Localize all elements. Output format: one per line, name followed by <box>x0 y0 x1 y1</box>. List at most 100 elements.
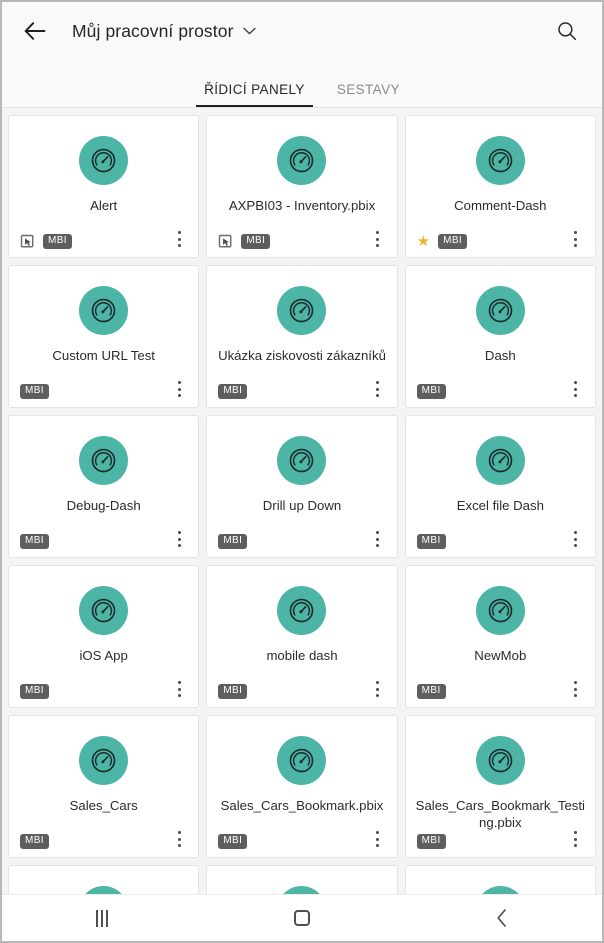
card-overflow-menu[interactable] <box>564 225 588 253</box>
search-icon <box>558 22 577 41</box>
card-title: Alert <box>90 198 118 213</box>
card-icon-circle <box>475 586 525 635</box>
dashboard-card[interactable]: Alert MBI <box>8 115 200 258</box>
gauge-icon <box>290 598 314 623</box>
owner-badge: MBI <box>416 383 446 399</box>
owner-badge: MBI <box>241 233 271 249</box>
card-overflow-menu[interactable] <box>366 375 390 403</box>
dashboard-grid: Alert MBI AXPBI03 - Inventory.pbix MBI C… <box>8 115 596 941</box>
card-overflow-menu[interactable] <box>366 825 390 853</box>
back-chevron-icon <box>497 909 506 927</box>
card-title: mobile dash <box>266 648 338 663</box>
home-icon <box>294 910 310 926</box>
card-icon-circle <box>475 436 525 485</box>
content-scroll-area[interactable]: Alert MBI AXPBI03 - Inventory.pbix MBI C… <box>2 108 602 941</box>
card-icon-circle <box>277 736 327 785</box>
card-overflow-menu[interactable] <box>167 225 191 253</box>
gauge-icon <box>91 598 116 623</box>
owner-badge: MBI <box>416 683 446 699</box>
dashboard-card[interactable]: Comment-Dash ★ MBI <box>404 115 596 258</box>
tab-dashboards[interactable]: ŘÍDICÍ PANELY <box>188 82 321 107</box>
card-overflow-menu[interactable] <box>366 675 390 703</box>
owner-badge: MBI <box>416 533 446 549</box>
card-overflow-menu[interactable] <box>167 825 191 853</box>
card-title: iOS App <box>79 648 128 663</box>
card-icon-circle <box>475 286 525 335</box>
card-title: AXPBI03 - Inventory.pbix <box>228 198 376 213</box>
card-icon-circle <box>79 436 129 485</box>
android-navigation-bar <box>2 894 602 941</box>
recents-button[interactable] <box>67 895 137 942</box>
app-bar: Můj pracovní prostor <box>2 2 602 60</box>
card-title: Drill up Down <box>262 498 342 513</box>
owner-badge: MBI <box>20 383 49 399</box>
back-button[interactable] <box>18 14 52 48</box>
card-title: Ukázka ziskovosti zákazníků <box>218 348 386 363</box>
owner-badge: MBI <box>218 383 248 399</box>
card-title: Sales_Cars_Bookmark.pbix <box>220 798 384 813</box>
favorite-star-icon[interactable]: ★ <box>417 234 430 249</box>
card-icon-circle <box>277 136 327 185</box>
owner-badge: MBI <box>416 833 446 849</box>
owner-badge: MBI <box>20 683 49 699</box>
card-overflow-menu[interactable] <box>167 525 191 553</box>
dashboard-card[interactable]: mobile dash MBI <box>206 565 398 708</box>
home-button[interactable] <box>267 895 337 942</box>
workspace-title: Můj pracovní prostor <box>72 20 234 41</box>
owner-badge: MBI <box>438 233 468 249</box>
workspace-selector[interactable]: Můj pracovní prostor <box>72 21 256 42</box>
chevron-down-icon <box>242 27 256 35</box>
card-overflow-menu[interactable] <box>564 375 588 403</box>
owner-badge: MBI <box>20 533 49 549</box>
card-icon-circle <box>277 436 327 485</box>
recents-icon <box>96 909 108 927</box>
gauge-icon <box>91 748 116 773</box>
dashboard-card[interactable]: Drill up Down MBI <box>206 415 398 558</box>
dashboard-card[interactable]: Debug-Dash MBI <box>8 415 200 558</box>
card-overflow-menu[interactable] <box>366 225 390 253</box>
system-back-button[interactable] <box>467 895 537 942</box>
card-icon-circle <box>475 736 525 785</box>
dashboard-card[interactable]: Excel file Dash MBI <box>404 415 596 558</box>
card-title: Sales_Cars <box>69 798 138 813</box>
dashboard-card[interactable]: Dash MBI <box>404 265 596 408</box>
card-title: Excel file Dash <box>456 498 544 513</box>
dashboard-card[interactable]: NewMob MBI <box>404 565 596 708</box>
card-overflow-menu[interactable] <box>366 525 390 553</box>
gauge-icon <box>488 448 513 473</box>
card-title: Custom URL Test <box>52 348 155 363</box>
gauge-icon <box>290 298 314 323</box>
card-title: Debug-Dash <box>66 498 141 513</box>
search-button[interactable] <box>550 14 584 48</box>
dashboard-card[interactable]: AXPBI03 - Inventory.pbix MBI <box>206 115 398 258</box>
owner-badge: MBI <box>218 533 248 549</box>
card-icon-circle <box>277 586 327 635</box>
dashboard-card[interactable]: Ukázka ziskovosti zákazníků MBI <box>206 265 398 408</box>
card-overflow-menu[interactable] <box>564 675 588 703</box>
card-icon-circle <box>79 736 129 785</box>
card-overflow-menu[interactable] <box>564 525 588 553</box>
card-icon-circle <box>475 136 525 185</box>
dashboard-card[interactable]: Sales_Cars_Bookmark.pbix MBI <box>206 715 398 858</box>
gauge-icon <box>488 748 513 773</box>
gauge-icon <box>488 298 513 323</box>
tab-reports[interactable]: SESTAVY <box>321 82 416 107</box>
card-title: Comment-Dash <box>454 198 547 213</box>
gauge-icon <box>91 148 116 173</box>
dashboard-card[interactable]: Sales_Cars_Bookmark_Testing.pbix MBI <box>404 715 596 858</box>
dashboard-card[interactable]: Custom URL Test MBI <box>8 265 200 408</box>
owner-badge: MBI <box>218 833 248 849</box>
owner-badge: MBI <box>43 233 72 249</box>
tab-bar: ŘÍDICÍ PANELY SESTAVY <box>2 60 602 108</box>
card-icon-circle <box>79 286 129 335</box>
dashboard-card[interactable]: Sales_Cars MBI <box>8 715 200 858</box>
card-overflow-menu[interactable] <box>167 675 191 703</box>
card-overflow-menu[interactable] <box>167 375 191 403</box>
owner-badge: MBI <box>218 683 248 699</box>
card-title: NewMob <box>474 648 527 663</box>
arrow-left-icon <box>24 22 46 40</box>
dashboard-card[interactable]: iOS App MBI <box>8 565 200 708</box>
gauge-icon <box>290 148 314 173</box>
card-overflow-menu[interactable] <box>564 825 588 853</box>
gauge-icon <box>488 598 513 623</box>
